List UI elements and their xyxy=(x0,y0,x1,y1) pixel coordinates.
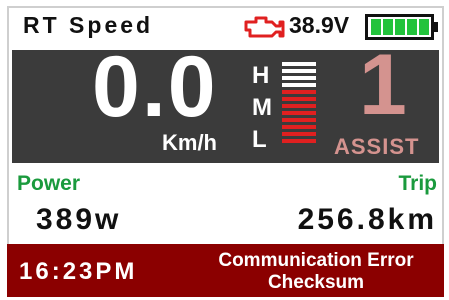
assist-bar xyxy=(282,118,316,122)
battery-cell xyxy=(407,19,417,35)
speed-unit: Km/h xyxy=(162,130,217,155)
assist-bar xyxy=(282,97,316,101)
assist-bar xyxy=(282,139,316,143)
level-labels: H M L xyxy=(252,60,272,156)
assist-bar xyxy=(282,90,316,94)
trip-label: Trip xyxy=(398,172,437,195)
level-low-label: L xyxy=(252,126,267,153)
clock-time: 16:23PM xyxy=(19,258,138,285)
battery-cell xyxy=(371,19,381,35)
power-value: 389w xyxy=(36,203,122,236)
assist-level-bars xyxy=(282,62,318,162)
assist-level-number: 1 xyxy=(359,37,407,133)
assist-bar xyxy=(282,125,316,129)
level-mid-label: M xyxy=(252,94,272,121)
assist-bar xyxy=(282,69,316,73)
battery-voltage: 38.9V xyxy=(289,12,350,38)
power-label: Power xyxy=(17,172,81,195)
app-title: RT Speed xyxy=(23,12,154,38)
trip-value: 256.8km xyxy=(297,203,437,236)
error-message: Communication Error Checksum xyxy=(191,250,441,294)
assist-bar xyxy=(282,62,316,66)
speed-value: 0.0 xyxy=(92,39,218,135)
status-bar: 16:23PM Communication Error Checksum xyxy=(7,244,444,297)
error-line-1: Communication Error xyxy=(218,250,414,271)
engine-warning-icon xyxy=(244,16,285,38)
battery-cell xyxy=(383,19,393,35)
assist-bar xyxy=(282,111,316,115)
level-high-label: H xyxy=(252,62,270,89)
battery-cell xyxy=(419,19,429,35)
assist-bar xyxy=(282,83,316,87)
error-line-2: Checksum xyxy=(267,272,365,293)
speed-panel: 0.0 Km/h H M L 1 ASSIST xyxy=(12,42,439,163)
assist-bar xyxy=(282,76,316,80)
battery-cell xyxy=(395,19,405,35)
assist-bar xyxy=(282,132,316,136)
assist-bar xyxy=(282,104,316,108)
assist-label: ASSIST xyxy=(334,134,420,159)
